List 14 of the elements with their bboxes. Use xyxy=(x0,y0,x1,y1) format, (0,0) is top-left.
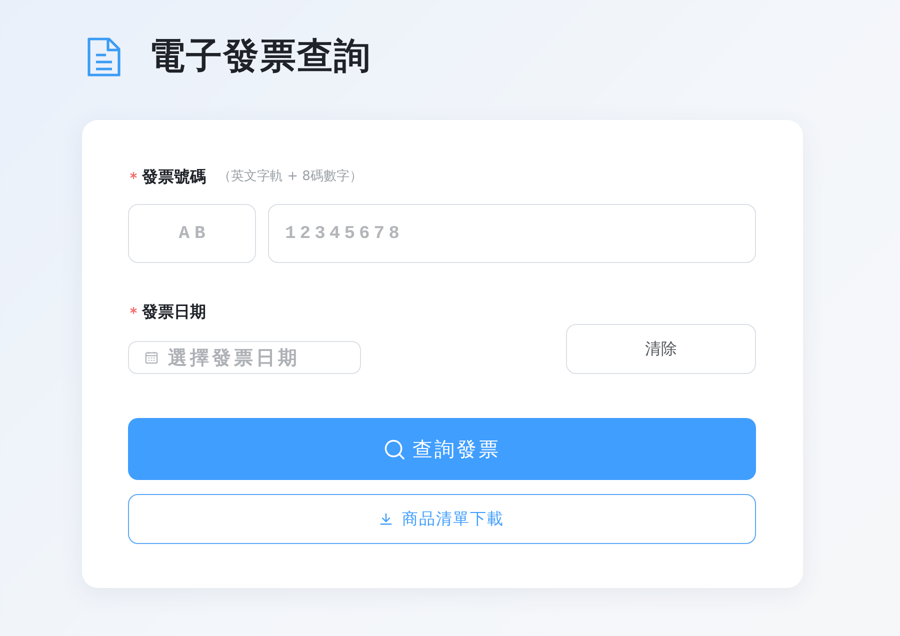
document-icon xyxy=(87,37,121,77)
field-label: 發票日期 xyxy=(142,301,206,323)
clear-button[interactable]: 清除 xyxy=(566,324,756,374)
calendar-icon xyxy=(145,351,158,364)
date-picker-field[interactable]: 選擇發票日期 xyxy=(128,341,361,374)
search-icon xyxy=(384,438,404,460)
download-list-button[interactable]: 商品清單下載 xyxy=(128,494,756,544)
invoice-number-input[interactable]: 12345678 xyxy=(268,204,756,263)
field-hint: （英文字軌 + 8碼數字） xyxy=(218,168,362,186)
field-label: 發票號碼 xyxy=(142,166,206,188)
track-prefix-input[interactable]: AB xyxy=(128,204,256,263)
search-invoice-button[interactable]: 查詢發票 xyxy=(128,418,756,480)
page-title: 電子發票查詢 xyxy=(149,36,371,78)
download-icon xyxy=(380,513,392,525)
